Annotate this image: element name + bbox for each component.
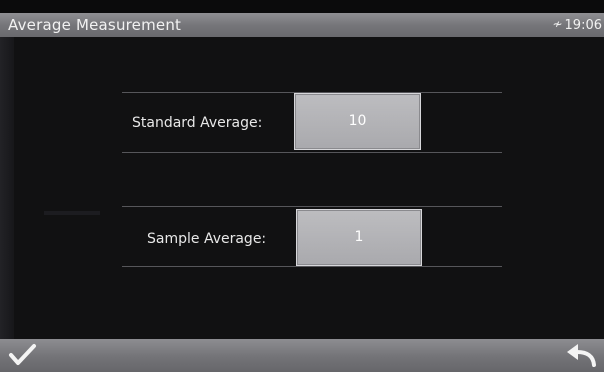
standard-average-input[interactable]: 10 bbox=[294, 93, 421, 150]
divider-bottom bbox=[122, 266, 502, 267]
back-button[interactable] bbox=[564, 341, 598, 369]
title-bar: Average Measurement ≁ 19:06 bbox=[0, 13, 604, 37]
status-area: ≁ 19:06 bbox=[552, 17, 602, 33]
faint-background-mark bbox=[44, 211, 100, 215]
sample-average-input[interactable]: 1 bbox=[296, 209, 422, 266]
clock-time: 19:06 bbox=[564, 18, 602, 33]
left-edge-strip bbox=[0, 37, 14, 339]
confirm-button[interactable] bbox=[6, 341, 40, 369]
divider-middle-bottom bbox=[122, 206, 502, 207]
page-title: Average Measurement bbox=[8, 16, 182, 34]
sample-average-label: Sample Average: bbox=[147, 231, 267, 247]
divider-middle-top bbox=[122, 152, 502, 153]
content-area bbox=[14, 37, 604, 339]
screen: Average Measurement ≁ 19:06 Standard Aver… bbox=[0, 0, 604, 372]
checkmark-icon bbox=[9, 344, 36, 365]
bottom-bar bbox=[0, 339, 604, 372]
return-arrow-icon bbox=[567, 344, 596, 367]
plug-icon: ≁ bbox=[552, 17, 563, 31]
standard-average-label: Standard Average: bbox=[132, 115, 263, 131]
